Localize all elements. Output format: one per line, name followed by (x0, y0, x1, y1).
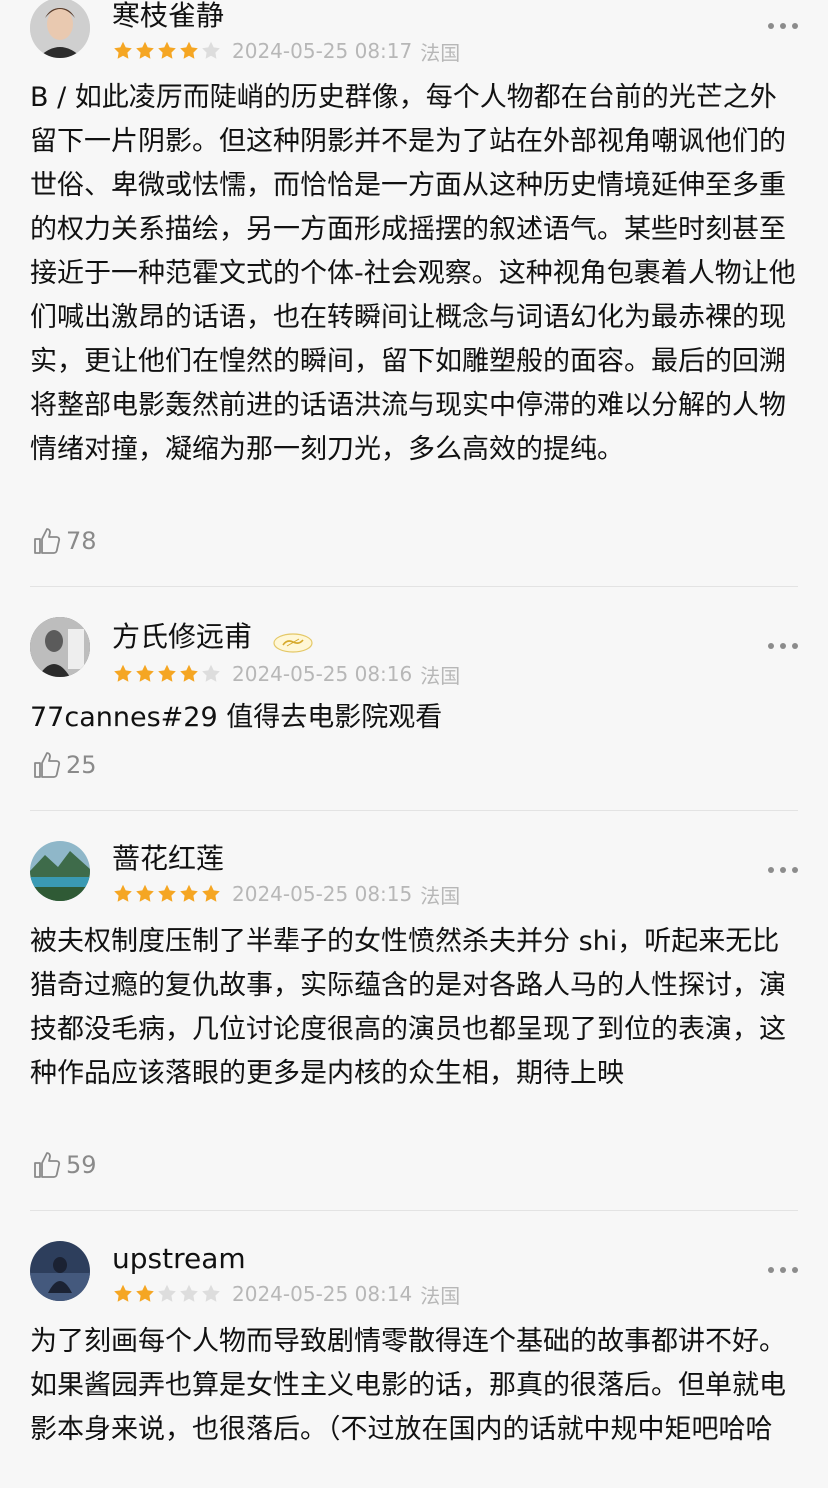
review-time: 2024-05-25 08:16 (232, 662, 413, 686)
review-location: 法国 (420, 663, 461, 688)
rating-stars (112, 663, 222, 685)
more-options-icon[interactable] (768, 1266, 798, 1274)
avatar[interactable] (30, 617, 90, 677)
username[interactable]: upstream (112, 1241, 246, 1277)
review-meta: 2024-05-25 08:14 法国 (112, 1281, 461, 1308)
star-filled-icon (180, 664, 198, 682)
like-button[interactable]: 25 (32, 750, 97, 780)
rating-stars (112, 1283, 222, 1305)
review-location: 法国 (420, 883, 461, 908)
star-filled-icon (136, 884, 154, 902)
star-empty-icon (180, 1284, 198, 1302)
star-filled-icon (114, 41, 132, 59)
review-meta: 2024-05-25 08:16 法国 (112, 661, 461, 688)
username[interactable]: 蔷花红莲 (112, 841, 224, 877)
review-meta: 2024-05-25 08:17 法国 (112, 38, 461, 65)
avatar[interactable] (30, 1241, 90, 1301)
star-empty-icon (202, 1284, 220, 1302)
star-empty-icon (202, 664, 220, 682)
star-filled-icon (114, 1284, 132, 1302)
review-content: 77cannes#29 值得去电影院观看 (30, 702, 443, 733)
divider (30, 586, 798, 587)
review-meta: 2024-05-25 08:15 法国 (112, 881, 461, 908)
rating-stars (112, 883, 222, 905)
thumbs-up-icon (34, 528, 61, 554)
divider (30, 810, 798, 811)
more-options-icon[interactable] (768, 22, 798, 30)
star-filled-icon (180, 884, 198, 902)
avatar[interactable] (30, 0, 90, 58)
username[interactable]: 寒枝雀静 (112, 0, 224, 34)
star-filled-icon (158, 884, 176, 902)
review-time: 2024-05-25 08:15 (232, 882, 413, 906)
review-content: 被夫权制度压制了半辈子的女性愤然杀夫并分 shi，听起来无比猎奇过瘾的复仇故事，… (30, 926, 786, 1089)
like-button[interactable]: 59 (32, 1150, 97, 1180)
more-options-icon[interactable] (768, 642, 798, 650)
like-count: 78 (66, 527, 97, 555)
thumbs-up-icon (34, 752, 61, 778)
like-button[interactable]: 78 (32, 526, 97, 556)
username-text[interactable]: 方氏修远甫 (112, 620, 252, 653)
star-empty-icon (158, 1284, 176, 1302)
review-location: 法国 (420, 1283, 461, 1308)
star-empty-icon (202, 41, 220, 59)
star-filled-icon (180, 41, 198, 59)
star-filled-icon (114, 884, 132, 902)
divider (30, 1210, 798, 1211)
like-count: 59 (66, 1151, 97, 1179)
review-time: 2024-05-25 08:14 (232, 1282, 413, 1306)
like-count: 25 (66, 751, 97, 779)
review-time: 2024-05-25 08:17 (232, 39, 413, 63)
review-content: B / 如此凌厉而陡峭的历史群像，每个人物都在台前的光芒之外留下一片阴影。但这种… (30, 82, 796, 465)
star-filled-icon (158, 664, 176, 682)
star-filled-icon (136, 1284, 154, 1302)
star-filled-icon (136, 664, 154, 682)
star-filled-icon (202, 884, 220, 902)
star-filled-icon (158, 41, 176, 59)
review-location: 法国 (420, 40, 461, 65)
cannes-badge-icon (273, 626, 313, 653)
thumbs-up-icon (34, 1152, 61, 1178)
star-filled-icon (114, 664, 132, 682)
more-options-icon[interactable] (768, 866, 798, 874)
avatar[interactable] (30, 841, 90, 901)
star-filled-icon (136, 41, 154, 59)
username[interactable]: 方氏修远甫 (112, 619, 313, 655)
rating-stars (112, 40, 222, 62)
review-content: 为了刻画每个人物而导致剧情零散得连个基础的故事都讲不好。如果酱园弄也算是女性主义… (30, 1326, 786, 1445)
